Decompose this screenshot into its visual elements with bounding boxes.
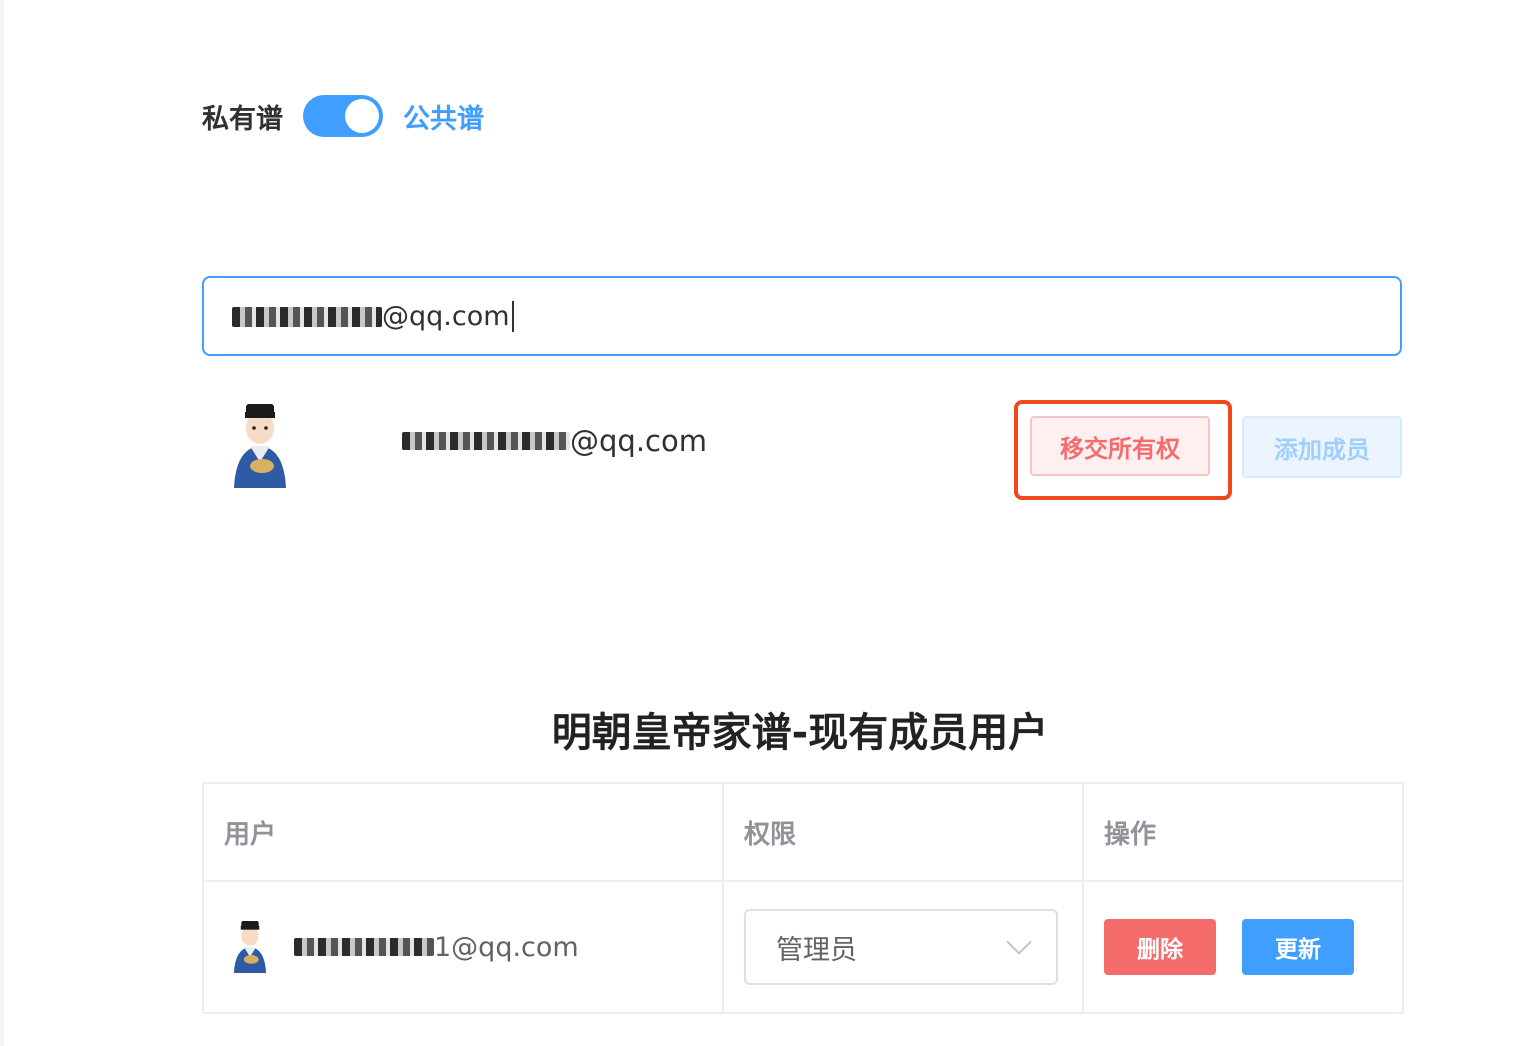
row-email-suffix: 1@qq.com	[434, 931, 579, 963]
chevron-down-icon	[1006, 929, 1032, 955]
visibility-switch[interactable]	[303, 95, 383, 137]
transfer-ownership-button[interactable]: 移交所有权	[1030, 416, 1210, 476]
text-caret	[511, 300, 523, 332]
table-header-row: 用户 权限 操作	[204, 784, 1402, 880]
update-button[interactable]: 更新	[1242, 919, 1354, 975]
delete-button[interactable]: 删除	[1104, 919, 1216, 975]
result-email-suffix: @qq.com	[570, 424, 707, 458]
column-header-actions: 操作	[1104, 819, 1157, 850]
public-label: 公共谱	[403, 103, 484, 135]
private-label: 私有谱	[202, 103, 283, 135]
switch-knob	[345, 99, 379, 133]
redacted-text	[232, 307, 382, 327]
redacted-text	[294, 938, 434, 956]
table-row: 1@qq.com 管理员 删除 更新	[204, 880, 1402, 1012]
visibility-toggle-row: 私有谱 公共谱	[202, 94, 484, 138]
section-title: 明朝皇帝家谱-现有成员用户	[0, 700, 1538, 758]
result-email: @qq.com	[402, 424, 707, 458]
redacted-text	[402, 432, 570, 450]
cell-actions: 删除 更新	[1084, 882, 1402, 1012]
email-search-input[interactable]: @qq.com	[232, 300, 1332, 332]
email-search-field[interactable]: @qq.com	[202, 276, 1402, 356]
cell-permission: 管理员	[724, 882, 1084, 1012]
members-section-title: 明朝皇帝家谱-现有成员用户	[551, 710, 1049, 756]
add-member-button[interactable]: 添加成员	[1242, 416, 1402, 478]
row-email: 1@qq.com	[294, 932, 579, 963]
page-edge	[0, 0, 4, 1046]
search-value-suffix: @qq.com	[382, 300, 510, 332]
user-avatar	[230, 921, 270, 973]
column-header-permission: 权限	[724, 784, 1084, 880]
members-table: 用户 权限 操作 1@qq.com 管理员 删除 更新	[202, 782, 1404, 1014]
cell-user: 1@qq.com	[204, 882, 724, 1012]
user-avatar	[228, 404, 292, 488]
column-header-user: 用户	[204, 784, 724, 880]
search-result-row: @qq.com 移交所有权 添加成员	[202, 398, 1402, 500]
role-select-value: 管理员	[776, 934, 857, 966]
role-select[interactable]: 管理员	[744, 909, 1058, 985]
